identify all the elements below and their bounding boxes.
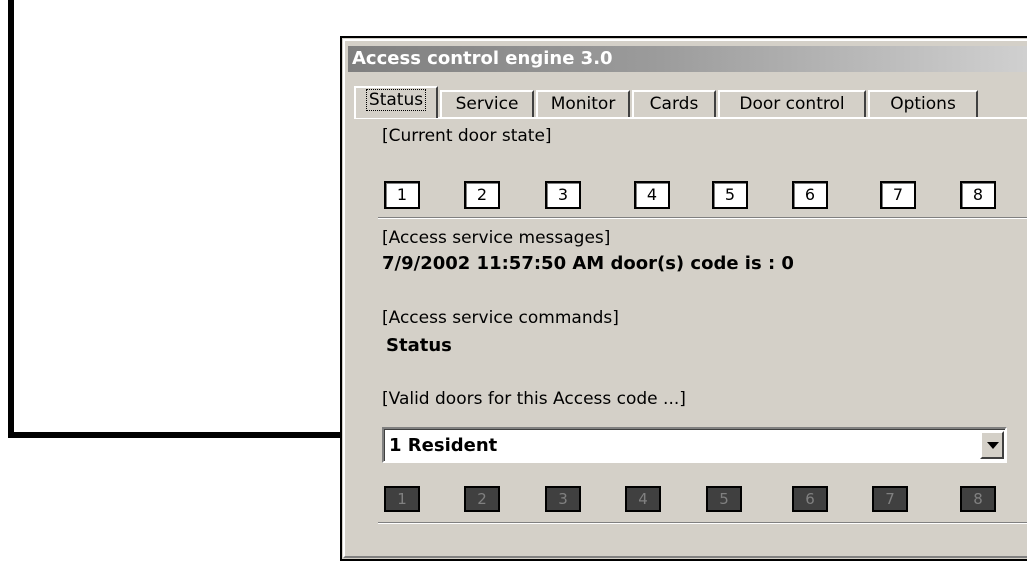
valid-door-2: 2 — [464, 486, 500, 512]
service-command: Status — [386, 335, 452, 356]
door-state-6: 6 — [792, 181, 828, 209]
tab-status-label: Status — [365, 89, 427, 111]
valid-door-7: 7 — [872, 486, 908, 512]
app-window: Access control engine 3.0 Status Service… — [340, 36, 1027, 561]
divider — [378, 217, 1027, 219]
valid-door-3: 3 — [545, 486, 581, 512]
valid-door-5: 5 — [706, 486, 742, 512]
door-state-3: 3 — [545, 181, 581, 209]
door-state-5: 5 — [712, 181, 748, 209]
door-state-4: 4 — [634, 181, 670, 209]
tab-options[interactable]: Options — [868, 90, 978, 117]
chevron-down-icon — [987, 442, 999, 449]
title-bar[interactable]: Access control engine 3.0 — [348, 46, 1027, 72]
access-code-select-field[interactable]: 1 Resident — [384, 429, 1005, 461]
tab-options-label: Options — [890, 94, 956, 114]
tab-door-control-label: Door control — [739, 94, 845, 114]
tab-service-label: Service — [455, 94, 519, 114]
door-state-label: [Current door state] — [382, 126, 552, 146]
valid-door-1: 1 — [384, 486, 420, 512]
messages-label: [Access service messages] — [382, 228, 611, 248]
tab-strip: Status Service Monitor Cards Door contro… — [354, 82, 1027, 118]
access-code-value: 1 Resident — [389, 435, 498, 456]
tab-cards[interactable]: Cards — [632, 90, 716, 117]
tab-monitor-label: Monitor — [550, 94, 616, 114]
service-message: 7/9/2002 11:57:50 AM door(s) code is : 0 — [382, 253, 794, 274]
tab-service[interactable]: Service — [440, 90, 534, 117]
valid-doors-label: [Valid doors for this Access code ...] — [382, 389, 686, 409]
tab-monitor[interactable]: Monitor — [536, 90, 630, 117]
tab-status[interactable]: Status — [354, 86, 438, 118]
valid-door-6: 6 — [792, 486, 828, 512]
door-state-2: 2 — [464, 181, 500, 209]
arrow-horizontal-line — [8, 432, 356, 438]
tab-cards-label: Cards — [649, 94, 699, 114]
window-title: Access control engine 3.0 — [352, 48, 613, 69]
arrow-vertical-line — [8, 0, 14, 438]
bottom-divider — [378, 522, 1027, 524]
commands-label: [Access service commands] — [382, 308, 619, 328]
valid-door-4: 4 — [625, 486, 661, 512]
access-code-select[interactable]: 1 Resident — [382, 427, 1007, 463]
door-state-8: 8 — [960, 181, 996, 209]
door-state-1: 1 — [384, 181, 420, 209]
tab-panel-border — [354, 117, 1027, 119]
valid-door-8: 8 — [960, 486, 996, 512]
tab-door-control[interactable]: Door control — [718, 90, 866, 117]
dropdown-button[interactable] — [980, 431, 1004, 459]
door-state-7: 7 — [880, 181, 916, 209]
